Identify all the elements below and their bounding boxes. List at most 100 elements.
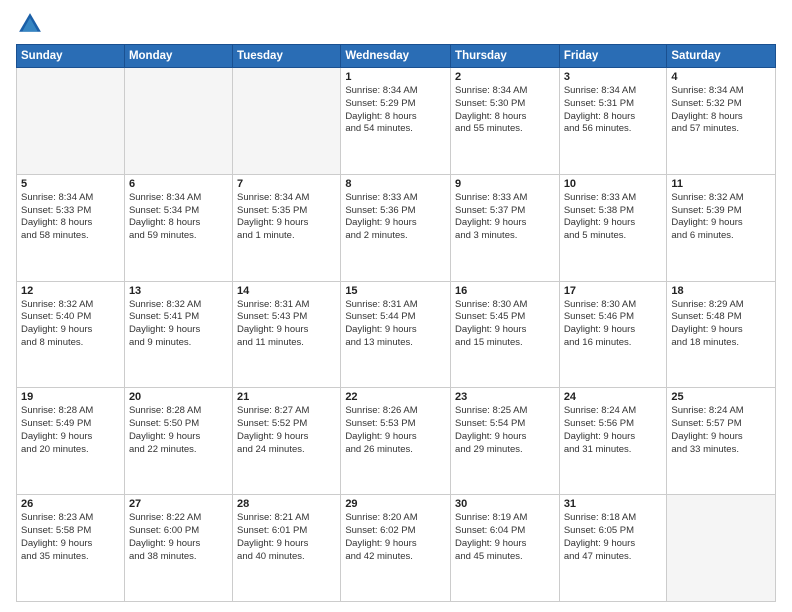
header xyxy=(16,10,776,38)
day-number: 14 xyxy=(237,285,336,297)
calendar-cell: 27 Sunrise: 8:22 AMSunset: 6:00 PMDayligh… xyxy=(124,495,232,602)
weekday-header: Friday xyxy=(559,45,667,68)
calendar-cell: 24 Sunrise: 8:24 AMSunset: 5:56 PMDayligh… xyxy=(559,388,667,495)
calendar-cell: 31 Sunrise: 8:18 AMSunset: 6:05 PMDayligh… xyxy=(559,495,667,602)
weekday-header: Wednesday xyxy=(341,45,451,68)
cell-text: Sunrise: 8:20 AMSunset: 6:02 PMDaylight:… xyxy=(345,512,446,563)
cell-text: Sunrise: 8:26 AMSunset: 5:53 PMDaylight:… xyxy=(345,405,446,456)
day-number: 9 xyxy=(455,178,555,190)
day-number: 6 xyxy=(129,178,228,190)
day-number: 17 xyxy=(564,285,663,297)
cell-text: Sunrise: 8:31 AMSunset: 5:43 PMDaylight:… xyxy=(237,299,336,350)
cell-text: Sunrise: 8:34 AMSunset: 5:29 PMDaylight:… xyxy=(345,85,446,136)
cell-text: Sunrise: 8:29 AMSunset: 5:48 PMDaylight:… xyxy=(671,299,771,350)
calendar-header: SundayMondayTuesdayWednesdayThursdayFrid… xyxy=(17,45,776,68)
day-number: 27 xyxy=(129,498,228,510)
calendar-week-row: 1 Sunrise: 8:34 AMSunset: 5:29 PMDaylight… xyxy=(17,68,776,175)
calendar-body: 1 Sunrise: 8:34 AMSunset: 5:29 PMDaylight… xyxy=(17,68,776,602)
weekday-header: Saturday xyxy=(667,45,776,68)
day-number: 19 xyxy=(21,391,120,403)
calendar-cell: 17 Sunrise: 8:30 AMSunset: 5:46 PMDayligh… xyxy=(559,281,667,388)
calendar-cell: 26 Sunrise: 8:23 AMSunset: 5:58 PMDayligh… xyxy=(17,495,125,602)
day-number: 24 xyxy=(564,391,663,403)
cell-text: Sunrise: 8:28 AMSunset: 5:50 PMDaylight:… xyxy=(129,405,228,456)
calendar-cell: 22 Sunrise: 8:26 AMSunset: 5:53 PMDayligh… xyxy=(341,388,451,495)
cell-text: Sunrise: 8:34 AMSunset: 5:31 PMDaylight:… xyxy=(564,85,663,136)
day-number: 15 xyxy=(345,285,446,297)
cell-text: Sunrise: 8:30 AMSunset: 5:45 PMDaylight:… xyxy=(455,299,555,350)
weekday-header: Monday xyxy=(124,45,232,68)
cell-text: Sunrise: 8:34 AMSunset: 5:32 PMDaylight:… xyxy=(671,85,771,136)
calendar-cell: 12Sunrise: 8:32 AMSunset: 5:40 PMDayligh… xyxy=(17,281,125,388)
calendar-cell: 13Sunrise: 8:32 AMSunset: 5:41 PMDayligh… xyxy=(124,281,232,388)
cell-text: Sunrise: 8:34 AMSunset: 5:35 PMDaylight:… xyxy=(237,192,336,243)
day-number: 4 xyxy=(671,71,771,83)
calendar-cell: 20Sunrise: 8:28 AMSunset: 5:50 PMDayligh… xyxy=(124,388,232,495)
calendar-cell: 2 Sunrise: 8:34 AMSunset: 5:30 PMDaylight… xyxy=(451,68,560,175)
day-number: 3 xyxy=(564,71,663,83)
calendar-cell: 10 Sunrise: 8:33 AMSunset: 5:38 PMDayligh… xyxy=(559,174,667,281)
calendar-cell xyxy=(667,495,776,602)
calendar-cell: 19 Sunrise: 8:28 AMSunset: 5:49 PMDayligh… xyxy=(17,388,125,495)
calendar-cell: 16 Sunrise: 8:30 AMSunset: 5:45 PMDayligh… xyxy=(451,281,560,388)
day-number: 12 xyxy=(21,285,120,297)
cell-text: Sunrise: 8:33 AMSunset: 5:36 PMDaylight:… xyxy=(345,192,446,243)
calendar-cell: 4 Sunrise: 8:34 AMSunset: 5:32 PMDaylight… xyxy=(667,68,776,175)
day-number: 5 xyxy=(21,178,120,190)
day-number: 25 xyxy=(671,391,771,403)
day-number: 8 xyxy=(345,178,446,190)
day-number: 1 xyxy=(345,71,446,83)
cell-text: Sunrise: 8:34 AMSunset: 5:30 PMDaylight:… xyxy=(455,85,555,136)
day-number: 21 xyxy=(237,391,336,403)
day-number: 10 xyxy=(564,178,663,190)
cell-text: Sunrise: 8:27 AMSunset: 5:52 PMDaylight:… xyxy=(237,405,336,456)
cell-text: Sunrise: 8:33 AMSunset: 5:38 PMDaylight:… xyxy=(564,192,663,243)
calendar-cell: 11 Sunrise: 8:32 AMSunset: 5:39 PMDayligh… xyxy=(667,174,776,281)
cell-text: Sunrise: 8:22 AMSunset: 6:00 PMDaylight:… xyxy=(129,512,228,563)
cell-text: Sunrise: 8:31 AMSunset: 5:44 PMDaylight:… xyxy=(345,299,446,350)
calendar-week-row: 5Sunrise: 8:34 AMSunset: 5:33 PMDaylight… xyxy=(17,174,776,281)
calendar-cell: 29Sunrise: 8:20 AMSunset: 6:02 PMDayligh… xyxy=(341,495,451,602)
day-number: 26 xyxy=(21,498,120,510)
calendar-cell xyxy=(233,68,341,175)
day-number: 28 xyxy=(237,498,336,510)
calendar-cell: 3 Sunrise: 8:34 AMSunset: 5:31 PMDaylight… xyxy=(559,68,667,175)
day-number: 11 xyxy=(671,178,771,190)
cell-text: Sunrise: 8:18 AMSunset: 6:05 PMDaylight:… xyxy=(564,512,663,563)
day-number: 18 xyxy=(671,285,771,297)
calendar-cell: 30 Sunrise: 8:19 AMSunset: 6:04 PMDayligh… xyxy=(451,495,560,602)
weekday-row: SundayMondayTuesdayWednesdayThursdayFrid… xyxy=(17,45,776,68)
day-number: 16 xyxy=(455,285,555,297)
calendar-cell: 9 Sunrise: 8:33 AMSunset: 5:37 PMDaylight… xyxy=(451,174,560,281)
weekday-header: Sunday xyxy=(17,45,125,68)
cell-text: Sunrise: 8:34 AMSunset: 5:34 PMDaylight:… xyxy=(129,192,228,243)
cell-text: Sunrise: 8:32 AMSunset: 5:41 PMDaylight:… xyxy=(129,299,228,350)
calendar-week-row: 12Sunrise: 8:32 AMSunset: 5:40 PMDayligh… xyxy=(17,281,776,388)
calendar-cell: 7 Sunrise: 8:34 AMSunset: 5:35 PMDaylight… xyxy=(233,174,341,281)
cell-text: Sunrise: 8:28 AMSunset: 5:49 PMDaylight:… xyxy=(21,405,120,456)
cell-text: Sunrise: 8:32 AMSunset: 5:39 PMDaylight:… xyxy=(671,192,771,243)
logo xyxy=(16,10,48,38)
calendar-cell: 1 Sunrise: 8:34 AMSunset: 5:29 PMDaylight… xyxy=(341,68,451,175)
cell-text: Sunrise: 8:19 AMSunset: 6:04 PMDaylight:… xyxy=(455,512,555,563)
day-number: 22 xyxy=(345,391,446,403)
day-number: 30 xyxy=(455,498,555,510)
calendar-cell: 5Sunrise: 8:34 AMSunset: 5:33 PMDaylight… xyxy=(17,174,125,281)
cell-text: Sunrise: 8:33 AMSunset: 5:37 PMDaylight:… xyxy=(455,192,555,243)
cell-text: Sunrise: 8:24 AMSunset: 5:57 PMDaylight:… xyxy=(671,405,771,456)
day-number: 23 xyxy=(455,391,555,403)
weekday-header: Thursday xyxy=(451,45,560,68)
day-number: 2 xyxy=(455,71,555,83)
calendar: SundayMondayTuesdayWednesdayThursdayFrid… xyxy=(16,44,776,602)
cell-text: Sunrise: 8:21 AMSunset: 6:01 PMDaylight:… xyxy=(237,512,336,563)
weekday-header: Tuesday xyxy=(233,45,341,68)
calendar-week-row: 26 Sunrise: 8:23 AMSunset: 5:58 PMDayligh… xyxy=(17,495,776,602)
day-number: 7 xyxy=(237,178,336,190)
cell-text: Sunrise: 8:23 AMSunset: 5:58 PMDaylight:… xyxy=(21,512,120,563)
cell-text: Sunrise: 8:24 AMSunset: 5:56 PMDaylight:… xyxy=(564,405,663,456)
calendar-cell: 28 Sunrise: 8:21 AMSunset: 6:01 PMDayligh… xyxy=(233,495,341,602)
cell-text: Sunrise: 8:30 AMSunset: 5:46 PMDaylight:… xyxy=(564,299,663,350)
calendar-cell: 18 Sunrise: 8:29 AMSunset: 5:48 PMDayligh… xyxy=(667,281,776,388)
calendar-cell: 6 Sunrise: 8:34 AMSunset: 5:34 PMDaylight… xyxy=(124,174,232,281)
day-number: 31 xyxy=(564,498,663,510)
